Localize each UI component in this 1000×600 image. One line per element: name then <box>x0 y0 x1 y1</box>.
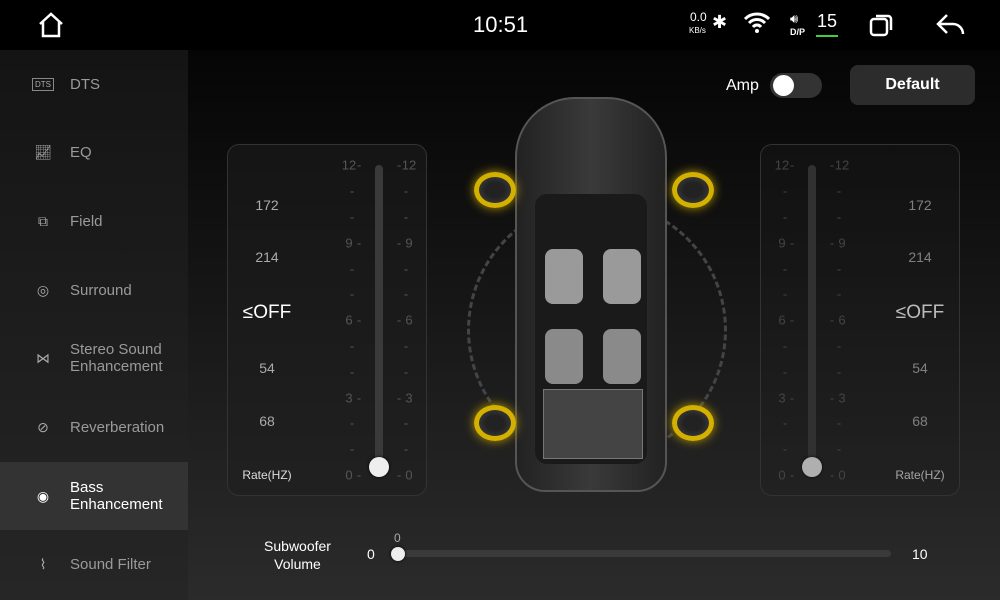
home-icon[interactable] <box>36 10 66 40</box>
scale-tick: - <box>403 364 409 380</box>
sidebar-item-bass-enhancement[interactable]: ◉ Bass Enhancement <box>0 462 188 530</box>
rate-option[interactable]: 68 <box>259 413 275 429</box>
scale-tick: 3 <box>345 390 353 406</box>
field-icon: ⧉ <box>38 212 48 229</box>
bluetooth-icon: ✱ <box>712 12 728 32</box>
scale-tick: - <box>403 338 409 354</box>
scale-tick: - <box>349 183 355 199</box>
car-image <box>515 97 667 492</box>
subwoofer-max: 10 <box>912 546 928 562</box>
sidebar-item-label: Bass Enhancement <box>70 479 163 513</box>
amp-toggle[interactable] <box>770 73 822 98</box>
scale-tick: - <box>349 364 355 380</box>
sidebar: DTS DTS 📈︎ EQ ⧉ Field ◎ Surround ⋈ Stereo Sou… <box>0 50 188 600</box>
sidebar-item-field[interactable]: ⧉ Field <box>0 187 188 255</box>
rate-option[interactable]: 172 <box>255 197 278 213</box>
scale-dash: - <box>396 312 402 328</box>
scale-tick: - <box>403 441 409 457</box>
scale-dash: - <box>356 157 362 173</box>
amp-label: Amp <box>726 77 759 94</box>
scale-dash: - <box>356 390 362 406</box>
sidebar-item-stereo[interactable]: ⋈ Stereo Sound Enhancement <box>0 324 188 392</box>
sidebar-item-label: Reverberation <box>70 418 165 436</box>
speaker-rear-left-icon[interactable] <box>474 405 516 441</box>
sidebar-item-reverberation[interactable]: ⊘ Reverberation <box>0 393 188 461</box>
gain-slider[interactable] <box>375 165 383 475</box>
sidebar-item-label: Field <box>70 212 103 230</box>
scale-tick: 0 <box>405 467 413 483</box>
sidebar-item-surround[interactable]: ◎ Surround <box>0 256 188 324</box>
scale-dash: - <box>356 312 362 328</box>
status-bar: 10:51 0.0 KB/s ✱ 🔊︎ D/P 15 <box>0 0 1000 50</box>
scale-tick: - <box>403 209 409 225</box>
right-bass-panel <box>760 144 960 496</box>
speaker-front-left-icon[interactable] <box>474 172 516 208</box>
speaker-front-right-icon[interactable] <box>672 172 714 208</box>
reverb-icon: ⊘ <box>37 418 49 435</box>
scale-dash: - <box>356 235 362 251</box>
volume-level[interactable]: 15 <box>816 11 839 37</box>
scale-tick: - <box>403 261 409 277</box>
recent-apps-icon[interactable] <box>869 13 893 42</box>
surround-icon: ◎ <box>36 281 50 298</box>
scale-dash: - <box>396 467 402 483</box>
sidebar-item-label: Stereo Sound Enhancement <box>70 341 163 375</box>
sidebar-item-dts[interactable]: DTS DTS <box>0 50 188 118</box>
wifi-icon <box>742 10 772 39</box>
sidebar-item-label: DTS <box>70 75 100 93</box>
scale-tick: - <box>349 261 355 277</box>
scale-tick: - <box>349 209 355 225</box>
net-speed: 0.0 <box>690 10 707 24</box>
rate-option[interactable]: ≤OFF <box>243 302 291 324</box>
subwoofer-label: Subwoofer Volume <box>264 538 331 572</box>
scale-dash: - <box>396 390 402 406</box>
sidebar-item-label: Surround <box>70 281 132 299</box>
scale-tick: 0 <box>345 467 353 483</box>
rate-option[interactable]: 54 <box>259 360 275 376</box>
stereo-icon: ⋈ <box>36 349 50 366</box>
scale-tick: 6 <box>405 312 413 328</box>
bass-icon: ◉ <box>36 487 50 504</box>
net-unit: KB/s <box>689 26 706 35</box>
eq-icon: 📈︎ <box>34 143 52 160</box>
dts-icon: DTS <box>30 74 56 94</box>
default-button[interactable]: Default <box>850 65 975 105</box>
scale-tick: - <box>349 286 355 302</box>
speaker-rear-right-icon[interactable] <box>672 405 714 441</box>
sidebar-item-eq[interactable]: 📈︎ EQ <box>0 118 188 186</box>
sidebar-item-sound-filter[interactable]: ⌇ Sound Filter <box>0 530 188 598</box>
scale-tick: - <box>403 415 409 431</box>
scale-tick: - <box>349 441 355 457</box>
subwoofer-min: 0 <box>367 546 375 562</box>
sidebar-item-label: EQ <box>70 143 92 161</box>
volume-mode: D/P <box>790 27 806 37</box>
back-icon[interactable] <box>935 12 967 43</box>
scale-dash: - <box>396 157 402 173</box>
subwoofer-value: 0 <box>394 531 401 545</box>
rate-label: Rate(HZ) <box>242 468 292 482</box>
scale-tick: 9 <box>405 235 413 251</box>
scale-tick: 12 <box>341 157 357 173</box>
gain-slider-thumb[interactable] <box>369 457 389 477</box>
sidebar-item-label: Sound Filter <box>70 555 151 573</box>
scale-tick: - <box>403 183 409 199</box>
scale-tick: - <box>349 338 355 354</box>
scale-tick: 12 <box>401 157 417 173</box>
rate-option[interactable]: 214 <box>255 249 278 265</box>
subwoofer-slider[interactable] <box>398 550 891 557</box>
scale-tick: 6 <box>345 312 353 328</box>
scale-tick: 3 <box>405 390 413 406</box>
scale-tick: - <box>403 286 409 302</box>
filter-icon: ⌇ <box>39 555 47 572</box>
subwoofer-slider-thumb[interactable] <box>391 547 405 561</box>
scale-dash: - <box>396 235 402 251</box>
scale-tick: 9 <box>345 235 353 251</box>
volume-icon: 🔊︎ <box>790 11 799 26</box>
scale-dash: - <box>356 467 362 483</box>
clock: 10:51 <box>473 12 529 37</box>
scale-tick: - <box>349 415 355 431</box>
